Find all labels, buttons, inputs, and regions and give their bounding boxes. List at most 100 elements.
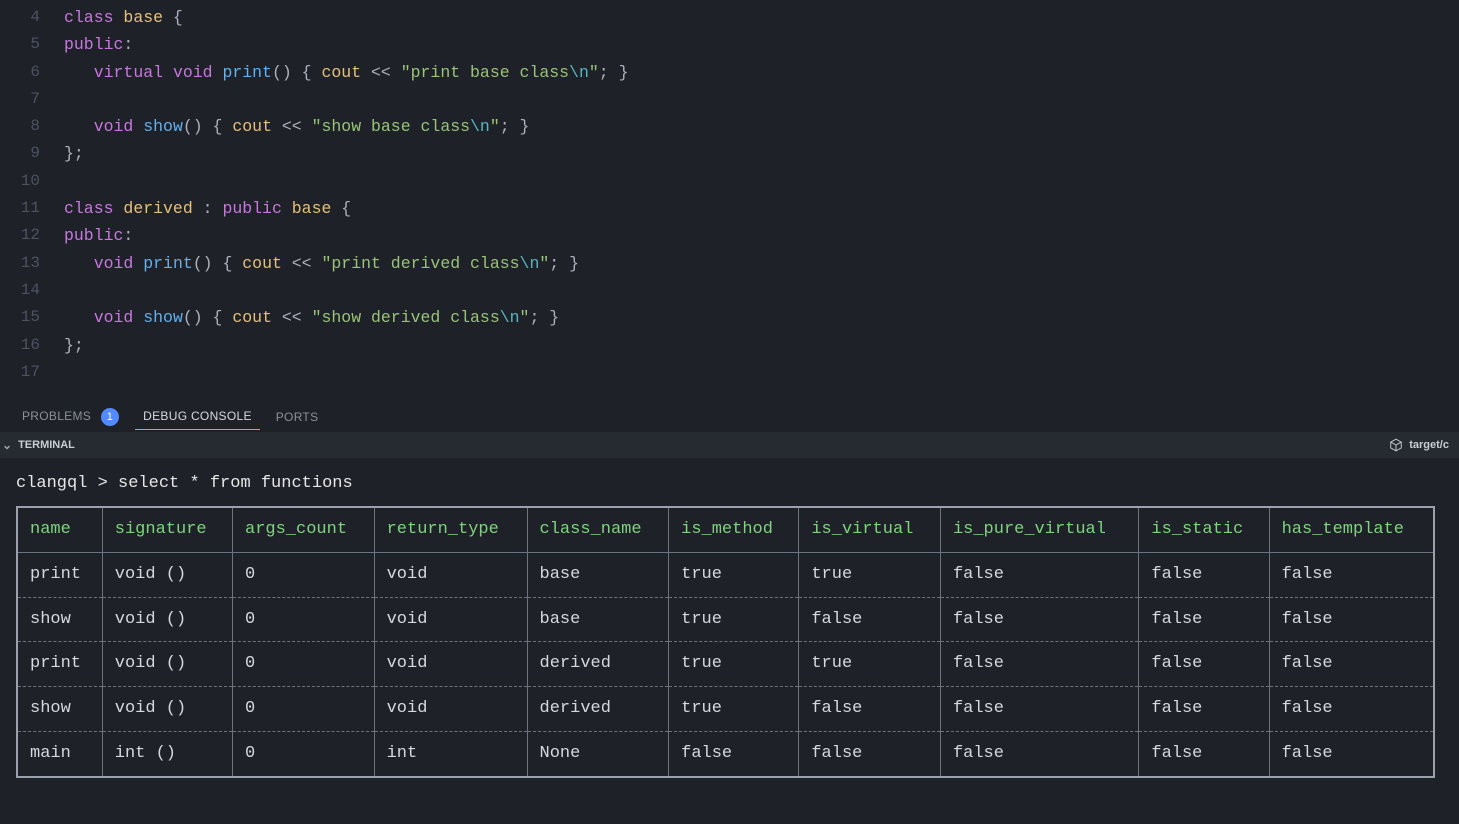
tab-problems-label: PROBLEMS: [22, 409, 91, 423]
table-cell: false: [940, 552, 1138, 597]
table-body: printvoid ()0voidbasetruetruefalsefalsef…: [17, 552, 1434, 776]
code-line[interactable]: void show() { cout << "show base class\n…: [64, 113, 1459, 140]
table-cell: false: [1269, 731, 1434, 776]
line-number: 13: [0, 250, 40, 277]
terminal-title: TERMINAL: [18, 439, 75, 451]
table-cell: void: [374, 597, 527, 642]
table-cell: 0: [233, 642, 375, 687]
table-cell: false: [799, 731, 941, 776]
table-cell: print: [17, 642, 102, 687]
table-cell: false: [940, 687, 1138, 732]
table-cell: false: [1139, 731, 1269, 776]
table-cell: false: [1139, 642, 1269, 687]
table-header-cell: class_name: [527, 507, 669, 552]
line-number: 14: [0, 277, 40, 304]
table-row: printvoid ()0voidbasetruetruefalsefalsef…: [17, 552, 1434, 597]
code-line[interactable]: class base {: [64, 4, 1459, 31]
line-number: 8: [0, 113, 40, 140]
table-header-cell: name: [17, 507, 102, 552]
code-editor[interactable]: 4567891011121314151617 class base {publi…: [0, 0, 1459, 396]
table-header-row: namesignatureargs_countreturn_typeclass_…: [17, 507, 1434, 552]
table-cell: true: [799, 552, 941, 597]
table-cell: 0: [233, 687, 375, 732]
terminal-task-indicator[interactable]: target/c: [1389, 438, 1449, 452]
table-row: mainint ()0intNonefalsefalsefalsefalsefa…: [17, 731, 1434, 776]
line-number: 7: [0, 86, 40, 113]
table-cell: print: [17, 552, 102, 597]
code-line[interactable]: void show() { cout << "show derived clas…: [64, 304, 1459, 331]
code-line[interactable]: void print() { cout << "print derived cl…: [64, 250, 1459, 277]
table-cell: derived: [527, 642, 669, 687]
table-row: printvoid ()0voidderivedtruetruefalsefal…: [17, 642, 1434, 687]
box-icon: [1389, 438, 1403, 452]
code-line[interactable]: virtual void print() { cout << "print ba…: [64, 59, 1459, 86]
table-cell: false: [1139, 687, 1269, 732]
code-line[interactable]: public:: [64, 31, 1459, 58]
tab-debug-console[interactable]: DEBUG CONSOLE: [135, 403, 260, 430]
table-header-cell: signature: [102, 507, 232, 552]
code-line[interactable]: public:: [64, 222, 1459, 249]
table-cell: false: [940, 597, 1138, 642]
table-cell: void: [374, 552, 527, 597]
table-header-cell: is_method: [669, 507, 799, 552]
terminal-task-label: target/c: [1409, 439, 1449, 451]
code-line[interactable]: [64, 168, 1459, 195]
table-cell: main: [17, 731, 102, 776]
table-cell: false: [669, 731, 799, 776]
tab-ports[interactable]: PORTS: [268, 404, 327, 430]
code-line[interactable]: [64, 359, 1459, 386]
query-result-table: namesignatureargs_countreturn_typeclass_…: [16, 506, 1435, 778]
table-cell: true: [669, 552, 799, 597]
line-number: 12: [0, 222, 40, 249]
table-cell: void (): [102, 642, 232, 687]
table-row: showvoid ()0voidderivedtruefalsefalsefal…: [17, 687, 1434, 732]
chevron-down-icon[interactable]: ⌄: [2, 438, 12, 452]
code-line[interactable]: [64, 277, 1459, 304]
table-cell: void (): [102, 687, 232, 732]
line-number: 10: [0, 168, 40, 195]
table-cell: false: [1269, 642, 1434, 687]
table-header-cell: return_type: [374, 507, 527, 552]
code-line[interactable]: class derived : public base {: [64, 195, 1459, 222]
tab-debug-console-label: DEBUG CONSOLE: [143, 409, 252, 423]
table-cell: false: [1269, 687, 1434, 732]
table-cell: void: [374, 642, 527, 687]
table-cell: void (): [102, 597, 232, 642]
table-cell: derived: [527, 687, 669, 732]
table-cell: true: [669, 597, 799, 642]
table-cell: false: [1269, 552, 1434, 597]
terminal-body[interactable]: clangql > select * from functions namesi…: [0, 458, 1459, 824]
table-cell: show: [17, 597, 102, 642]
prompt-app: clangql: [16, 474, 87, 493]
table-cell: int (): [102, 731, 232, 776]
table-cell: 0: [233, 552, 375, 597]
code-line[interactable]: [64, 86, 1459, 113]
table-cell: base: [527, 552, 669, 597]
prompt-separator: >: [98, 474, 108, 493]
problems-count-badge: 1: [101, 408, 119, 426]
table-cell: false: [1139, 552, 1269, 597]
table-cell: true: [669, 642, 799, 687]
table-header-cell: is_virtual: [799, 507, 941, 552]
table-header-cell: is_pure_virtual: [940, 507, 1138, 552]
line-number: 4: [0, 4, 40, 31]
table-cell: false: [1269, 597, 1434, 642]
table-cell: false: [1139, 597, 1269, 642]
table-cell: 0: [233, 597, 375, 642]
line-number: 15: [0, 304, 40, 331]
terminal-header: ⌄ TERMINAL target/c: [0, 432, 1459, 458]
code-line[interactable]: };: [64, 332, 1459, 359]
panel-tab-bar: PROBLEMS 1 DEBUG CONSOLE PORTS: [0, 396, 1459, 432]
code-line[interactable]: };: [64, 140, 1459, 167]
table-header-cell: args_count: [233, 507, 375, 552]
tab-ports-label: PORTS: [276, 410, 319, 424]
tab-problems[interactable]: PROBLEMS 1: [14, 402, 127, 432]
line-number: 6: [0, 59, 40, 86]
line-number: 17: [0, 359, 40, 386]
line-number: 16: [0, 332, 40, 359]
code-content[interactable]: class base {public: virtual void print()…: [64, 4, 1459, 386]
table-cell: true: [799, 642, 941, 687]
table-cell: base: [527, 597, 669, 642]
table-cell: false: [799, 687, 941, 732]
table-cell: 0: [233, 731, 375, 776]
